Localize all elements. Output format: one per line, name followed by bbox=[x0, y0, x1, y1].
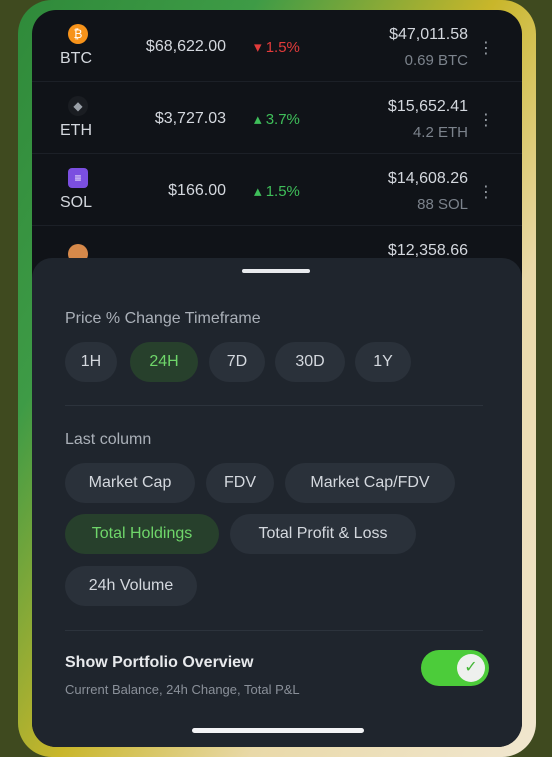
divider bbox=[65, 405, 483, 406]
app-screen: ₿ BTC $68,622.00 ▾ 1.5% $47,011.58 0.69 … bbox=[32, 10, 522, 747]
bitcoin-icon: ₿ bbox=[68, 24, 88, 44]
portfolio-overview-title: Show Portfolio Overview bbox=[65, 654, 254, 671]
timeframe-chip-1h[interactable]: 1H bbox=[65, 342, 117, 382]
more-options-icon[interactable]: ⋮ bbox=[478, 38, 494, 58]
coin-change: ▾ 1.5% bbox=[254, 39, 300, 56]
holding-value: $14,608.26 bbox=[387, 170, 468, 187]
column-chip-24h-volume[interactable]: 24h Volume bbox=[65, 566, 197, 606]
timeframe-chip-24h[interactable]: 24H bbox=[130, 342, 198, 382]
coin-price: $68,622.00 bbox=[145, 38, 226, 55]
home-indicator[interactable] bbox=[192, 728, 364, 733]
timeframe-title: Price % Change Timeframe bbox=[65, 310, 261, 327]
arrow-down-icon: ▾ bbox=[254, 39, 266, 56]
ethereum-icon: ◆ bbox=[68, 96, 88, 116]
coin-row-sol[interactable]: ≡ SOL $166.00 ▴ 1.5% $14,608.26 88 SOL ⋮ bbox=[32, 154, 522, 226]
coin-symbol: ETH bbox=[60, 122, 92, 139]
column-chip-fdv[interactable]: FDV bbox=[206, 463, 274, 503]
coin-change: ▴ 1.5% bbox=[254, 183, 300, 200]
settings-sheet: Price % Change Timeframe 1H 24H 7D 30D 1… bbox=[32, 258, 522, 747]
coin-row-eth[interactable]: ◆ ETH $3,727.03 ▴ 3.7% $15,652.41 4.2 ET… bbox=[32, 82, 522, 154]
last-column-title: Last column bbox=[65, 431, 152, 448]
arrow-up-icon: ▴ bbox=[254, 183, 266, 200]
portfolio-overview-subtitle: Current Balance, 24h Change, Total P&L bbox=[65, 682, 300, 697]
sheet-grabber[interactable] bbox=[242, 269, 310, 273]
portfolio-overview-toggle[interactable]: ✓ bbox=[421, 650, 489, 686]
solana-icon: ≡ bbox=[68, 168, 88, 188]
timeframe-chip-30d[interactable]: 30D bbox=[275, 342, 345, 382]
holding-value: $15,652.41 bbox=[387, 98, 468, 115]
more-options-icon[interactable]: ⋮ bbox=[478, 182, 494, 202]
arrow-up-icon: ▴ bbox=[254, 111, 266, 128]
divider bbox=[65, 630, 483, 631]
more-options-icon[interactable]: ⋮ bbox=[478, 110, 494, 130]
coin-price: $166.00 bbox=[168, 182, 226, 199]
holding-value: $47,011.58 bbox=[389, 26, 468, 43]
column-chip-market-cap[interactable]: Market Cap bbox=[65, 463, 195, 503]
coin-price: $3,727.03 bbox=[154, 110, 226, 127]
holding-amount: 88 SOL bbox=[417, 196, 468, 213]
coin-symbol: BTC bbox=[60, 50, 92, 67]
column-chip-total-profit-loss[interactable]: Total Profit & Loss bbox=[230, 514, 416, 554]
timeframe-chip-7d[interactable]: 7D bbox=[209, 342, 265, 382]
coin-row-btc[interactable]: ₿ BTC $68,622.00 ▾ 1.5% $47,011.58 0.69 … bbox=[32, 10, 522, 82]
timeframe-chip-1y[interactable]: 1Y bbox=[355, 342, 411, 382]
holding-amount: 0.69 BTC bbox=[404, 52, 468, 69]
holding-amount: 4.2 ETH bbox=[412, 124, 468, 141]
column-chip-total-holdings[interactable]: Total Holdings bbox=[65, 514, 219, 554]
coin-change: ▴ 3.7% bbox=[254, 111, 300, 128]
coin-symbol: SOL bbox=[60, 194, 93, 211]
column-chip-market-cap-fdv[interactable]: Market Cap/FDV bbox=[285, 463, 455, 503]
check-icon: ✓ bbox=[457, 654, 485, 682]
